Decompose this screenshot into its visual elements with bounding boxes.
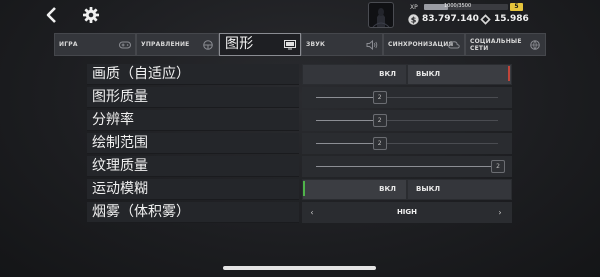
motion-blur-toggle: ВКЛ ВЫКЛ [302, 179, 512, 200]
tab-label: СИНХРОНИЗАЦИЯ [388, 41, 454, 48]
setting-label-resolution: 分辨率 [87, 110, 299, 131]
tab-sync[interactable]: СИНХРОНИЗАЦИЯ [383, 33, 465, 56]
slider-fill [316, 143, 380, 144]
tab-game[interactable]: ИГРА [54, 33, 136, 56]
fog-selector: ‹ HIGH › [302, 202, 512, 223]
settings-screen: XP 1000/3500 5 $ 83.797.140 15.986 ИГРА … [0, 0, 600, 277]
setting-label-draw-distance: 绘制范围 [87, 133, 299, 154]
tab-label: ИГРА [59, 41, 78, 48]
setting-label-motion-blur: 运动模糊 [87, 179, 299, 200]
graphics-quality-slider[interactable]: 2 [302, 87, 512, 108]
gamepad-icon [119, 41, 131, 49]
coin-amount: 15.986 [494, 14, 529, 24]
cloud-icon [448, 41, 460, 49]
draw-distance-slider[interactable]: 2 [302, 133, 512, 154]
setting-label-graphics-quality: 图形质量 [87, 87, 299, 108]
on-selected-marker [303, 181, 305, 196]
off-selected-marker [508, 66, 510, 81]
tab-graphics[interactable]: 图形 [219, 33, 301, 56]
gear-icon[interactable] [82, 6, 100, 24]
xp-progress-bar: 1000/3500 [424, 3, 508, 10]
tab-social[interactable]: СОЦИАЛЬНЫЕ СЕТИ [465, 33, 546, 56]
back-button[interactable] [44, 6, 60, 24]
steering-icon [203, 40, 213, 50]
chevron-left-icon [46, 7, 56, 23]
tab-label: УПРАВЛЕНИЕ [141, 41, 190, 48]
texture-quality-slider[interactable]: 2 [302, 156, 512, 177]
cash-amount: 83.797.140 [422, 14, 479, 24]
setting-label-fog: 烟雾（体积雾） [87, 202, 299, 223]
slider-handle[interactable]: 2 [372, 91, 387, 104]
resolution-slider[interactable]: 2 [302, 110, 512, 131]
setting-label-quality: 画质（自适应） [87, 64, 299, 85]
tab-controls[interactable]: УПРАВЛЕНИЕ [136, 33, 219, 56]
avatar [372, 8, 390, 28]
settings-tabs: ИГРА УПРАВЛЕНИЕ 图形 ЗВУК СИНХРОНИЗАЦИЯ СО… [54, 33, 546, 56]
quality-off-button[interactable]: ВЫКЛ [408, 65, 511, 84]
svg-text:$: $ [411, 15, 417, 24]
tab-sound[interactable]: ЗВУК [301, 33, 383, 56]
profile-avatar-button[interactable] [368, 2, 394, 28]
level-badge: 5 [510, 3, 523, 11]
slider-handle[interactable]: 2 [372, 137, 387, 150]
coin-icon [480, 14, 491, 25]
slider-handle[interactable]: 2 [491, 160, 505, 173]
chevron-right-icon[interactable]: › [494, 205, 506, 220]
xp-progress-text: 1000/3500 [444, 3, 472, 9]
tab-label: СОЦИАЛЬНЫЕ СЕТИ [470, 37, 522, 52]
slider-fill [316, 120, 380, 121]
fog-value: HIGH [396, 208, 418, 216]
tab-label: 图形 [225, 36, 254, 52]
slider-handle[interactable]: 2 [372, 114, 387, 127]
motion-blur-off-button[interactable]: ВЫКЛ [408, 180, 511, 199]
setting-label-texture-quality: 纹理质量 [87, 156, 299, 177]
slider-fill [316, 97, 380, 98]
quality-toggle: ВКЛ ВЫКЛ [302, 64, 512, 85]
motion-blur-on-button[interactable]: ВКЛ [303, 180, 406, 199]
speaker-icon [366, 40, 378, 50]
quality-on-button[interactable]: ВКЛ [303, 65, 406, 84]
dollar-icon: $ [408, 14, 419, 25]
xp-label: XP [410, 4, 418, 11]
tab-label: ЗВУК [306, 41, 326, 48]
slider-fill [316, 166, 498, 167]
monitor-icon [284, 40, 296, 50]
globe-icon [530, 40, 540, 50]
chevron-left-icon[interactable]: ‹ [306, 205, 318, 220]
home-indicator[interactable] [223, 266, 376, 270]
